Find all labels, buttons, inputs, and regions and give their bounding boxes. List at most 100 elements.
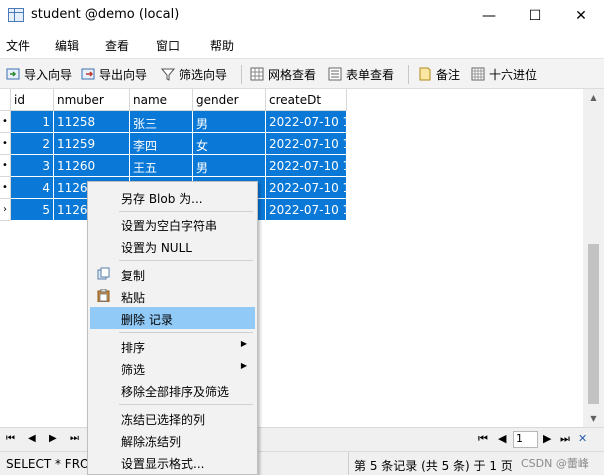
sort-label: 排序 bbox=[121, 341, 146, 355]
table-cell[interactable]: 男 bbox=[193, 111, 266, 133]
table-cell[interactable]: 2022-07-10 1 bbox=[266, 155, 347, 177]
prev-page-icon[interactable]: ◀ bbox=[498, 432, 506, 445]
table-cell[interactable]: 11259 bbox=[54, 133, 130, 155]
first-page-icon[interactable]: ⏮ bbox=[478, 432, 488, 446]
row-indicator-header bbox=[0, 89, 11, 111]
table-cell[interactable]: 2022-07-10 1 bbox=[266, 133, 347, 155]
table-cell[interactable]: 5 bbox=[11, 199, 54, 221]
close-button[interactable]: ✕ bbox=[558, 0, 604, 31]
submenu-arrow-icon: ▶ bbox=[240, 339, 247, 348]
import-wizard-button[interactable]: 导入向导 bbox=[6, 65, 72, 83]
table-cell[interactable]: 张三 bbox=[130, 111, 193, 133]
menu-item-save-blob[interactable]: 另存 Blob 为... bbox=[90, 186, 255, 208]
table-cell[interactable]: 2022-07-10 1 bbox=[266, 111, 347, 133]
table-cell[interactable]: 11258 bbox=[54, 111, 130, 133]
menu-item-remove-sort-filter[interactable]: 移除全部排序及筛选 bbox=[90, 379, 255, 401]
table-cell[interactable]: 2022-07-10 1 bbox=[266, 199, 347, 221]
row-indicator[interactable]: • bbox=[0, 111, 11, 133]
menu-separator bbox=[119, 260, 253, 261]
table-cell[interactable]: 女 bbox=[193, 133, 266, 155]
vertical-scrollbar[interactable]: ▲ ▼ bbox=[583, 89, 604, 427]
menu-item-unfreeze-column[interactable]: 解除冻结列 bbox=[90, 429, 255, 451]
table-cell[interactable]: 李四 bbox=[130, 133, 193, 155]
table-cell[interactable]: 2022-07-10 1 bbox=[266, 177, 347, 199]
paste-label: 粘贴 bbox=[121, 291, 146, 305]
next-record-icon[interactable]: ▶ bbox=[49, 433, 57, 444]
table-cell[interactable]: 3 bbox=[11, 155, 54, 177]
menu-help[interactable]: 帮助 bbox=[210, 37, 234, 54]
memo-button[interactable]: 备注 bbox=[418, 65, 460, 83]
scroll-up-icon[interactable]: ▲ bbox=[583, 89, 604, 106]
menu-view[interactable]: 查看 bbox=[105, 37, 129, 54]
grid-view-label: 网格查看 bbox=[268, 67, 317, 82]
sql-status: SELECT * FROM bbox=[6, 457, 100, 471]
menu-window[interactable]: 窗口 bbox=[156, 37, 180, 54]
toolbar-separator bbox=[241, 65, 242, 84]
copy-label: 复制 bbox=[121, 269, 146, 283]
table-icon bbox=[8, 8, 24, 22]
menu-item-freeze-column[interactable]: 冻结已选择的列 bbox=[90, 407, 255, 429]
maximize-button[interactable]: ☐ bbox=[512, 0, 558, 31]
export-label: 导出向导 bbox=[99, 67, 148, 82]
submenu-arrow-icon: ▶ bbox=[240, 361, 247, 370]
menu-item-copy[interactable]: 复制 bbox=[90, 263, 255, 285]
import-label: 导入向导 bbox=[24, 67, 73, 82]
window-title: student @demo (local) bbox=[31, 7, 180, 22]
scrollbar-thumb[interactable] bbox=[588, 244, 599, 404]
filter-wizard-button[interactable]: 筛选向导 bbox=[160, 65, 228, 83]
toolbar-separator bbox=[408, 65, 409, 84]
menu-separator bbox=[119, 211, 253, 212]
toolbar: 导入向导 导出向导 筛选向导 网格查看 表单查看 备注 十六进位 bbox=[0, 58, 604, 89]
column-header-gender[interactable]: gender bbox=[193, 89, 266, 111]
table-cell[interactable]: 4 bbox=[11, 177, 54, 199]
menu-item-set-null[interactable]: 设置为 NULL bbox=[90, 235, 255, 257]
menu-separator bbox=[119, 404, 253, 405]
column-header-nmuber[interactable]: nmuber bbox=[54, 89, 130, 111]
last-page-icon[interactable]: ⏭ bbox=[560, 432, 570, 446]
table-cell[interactable]: 王五 bbox=[130, 155, 193, 177]
delete-record-icon[interactable]: ✕ bbox=[578, 432, 587, 445]
menu-item-sort[interactable]: 排序 ▶ bbox=[90, 335, 255, 357]
row-indicator[interactable]: • bbox=[0, 177, 11, 199]
form-view-button[interactable]: 表单查看 bbox=[328, 65, 394, 83]
paste-icon bbox=[97, 288, 110, 303]
form-view-label: 表单查看 bbox=[346, 67, 395, 82]
menu-item-filter[interactable]: 筛选 ▶ bbox=[90, 357, 255, 379]
menu-edit[interactable]: 编辑 bbox=[55, 37, 79, 54]
status-separator bbox=[348, 452, 349, 475]
menu-item-display-format[interactable]: 设置显示格式... bbox=[90, 451, 255, 473]
table-cell[interactable]: 2 bbox=[11, 133, 54, 155]
row-indicator[interactable]: • bbox=[0, 133, 11, 155]
table-cell[interactable]: 11260 bbox=[54, 155, 130, 177]
column-header-createdt[interactable]: createDt bbox=[266, 89, 347, 111]
export-icon bbox=[81, 67, 95, 81]
hex-button[interactable]: 十六进位 bbox=[471, 65, 537, 83]
page-number-input[interactable]: 1 bbox=[513, 431, 538, 448]
next-page-icon[interactable]: ▶ bbox=[543, 432, 551, 445]
menu-item-set-empty-string[interactable]: 设置为空白字符串 bbox=[90, 213, 255, 235]
menu-file[interactable]: 文件 bbox=[6, 37, 30, 54]
record-count: 第 5 条记录 (共 5 条) 于 1 页 bbox=[354, 459, 513, 473]
row-indicator[interactable]: • bbox=[0, 155, 11, 177]
filter-label: 筛选向导 bbox=[179, 67, 228, 82]
menu-item-delete-record[interactable]: 删除 记录 bbox=[90, 307, 255, 329]
first-record-icon[interactable]: ⏮ bbox=[6, 433, 15, 444]
menu-item-paste[interactable]: 粘贴 bbox=[90, 285, 255, 307]
last-record-icon[interactable]: ⏭ bbox=[70, 433, 79, 444]
watermark: CSDN @蕾峰 bbox=[521, 457, 589, 470]
menu-bar: 文件 编辑 查看 窗口 帮助 bbox=[0, 31, 604, 58]
table-cell[interactable]: 1 bbox=[11, 111, 54, 133]
minimize-button[interactable]: — bbox=[466, 0, 512, 31]
table-cell[interactable]: 男 bbox=[193, 155, 266, 177]
import-icon bbox=[6, 67, 20, 81]
export-wizard-button[interactable]: 导出向导 bbox=[81, 65, 147, 83]
hex-grid-icon bbox=[471, 67, 485, 81]
grid-view-button[interactable]: 网格查看 bbox=[250, 65, 316, 83]
row-indicator[interactable]: › bbox=[0, 199, 11, 221]
prev-record-icon[interactable]: ◀ bbox=[28, 433, 36, 444]
copy-icon bbox=[97, 267, 110, 280]
memo-label: 备注 bbox=[436, 67, 461, 82]
scroll-down-icon[interactable]: ▼ bbox=[583, 410, 604, 427]
column-header-name[interactable]: name bbox=[130, 89, 193, 111]
column-header-id[interactable]: id bbox=[11, 89, 54, 111]
